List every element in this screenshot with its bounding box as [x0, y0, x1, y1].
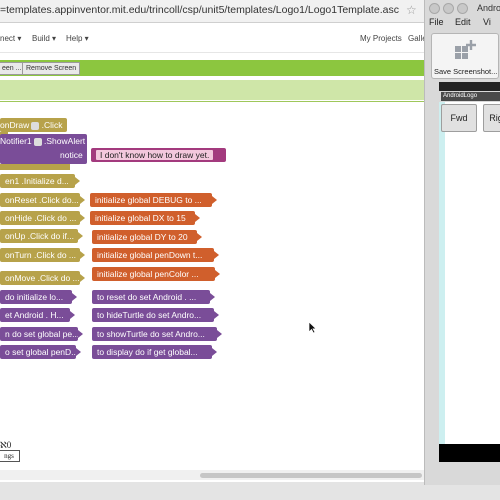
notice-label: notice [60, 150, 83, 160]
event-block-hide[interactable]: onHide .Click do ... [0, 211, 85, 225]
blocks-workspace[interactable]: onDraw .Click Notifier1 .ShowAlert notic… [0, 103, 425, 469]
divider [0, 101, 425, 102]
alert-text[interactable]: I don't know how to draw yet. [96, 150, 214, 160]
procedure-display-block[interactable]: to display do if get global... [92, 345, 217, 359]
address-bar[interactable]: =templates.appinventor.mit.edu/trincoll/… [0, 0, 425, 23]
workspace-header [0, 80, 425, 100]
event-block-turn[interactable]: onTurn .Click do ... [0, 248, 85, 262]
show-alert-block[interactable]: Notifier1 .ShowAlert notice [0, 134, 87, 164]
screenshot-icon [455, 40, 476, 59]
event-block-initialize[interactable]: en1 .Initialize d... [0, 174, 80, 188]
emulator-window: Andro File Edit Vi Save Screenshot... An… [424, 0, 500, 485]
notifier-component: Notifier1 [0, 136, 32, 146]
scrollbar-thumb[interactable] [200, 473, 422, 478]
minimize-window-icon[interactable] [443, 3, 454, 14]
emulator-title: Andro [477, 3, 500, 13]
procedure-block-android[interactable]: et Android . H... [0, 308, 75, 322]
global-dx-block[interactable]: initialize global DX to 15 [90, 211, 200, 225]
cursor-icon [308, 321, 317, 334]
menu-edit[interactable]: Edit [455, 17, 471, 27]
zoom-window-icon[interactable] [457, 3, 468, 14]
menu-my-projects[interactable]: My Projects [360, 34, 402, 43]
menu-connect[interactable]: nect ▾ [0, 34, 21, 43]
procedure-reset-block[interactable]: to reset do set Android . ... [92, 290, 215, 304]
emulator-menu: File Edit Vi [425, 16, 500, 30]
global-dy-block[interactable]: initialize global DY to 20 [92, 230, 202, 244]
phone-nav-bar [439, 444, 500, 462]
procedure-hideturtle-block[interactable]: to hideTurtle do set Andro... [92, 308, 219, 322]
event-block[interactable]: onDraw .Click [0, 118, 68, 132]
global-pendown-block[interactable]: initialize global penDown t... [92, 248, 219, 262]
show-alert-method: .ShowAlert [44, 136, 86, 146]
event-name: .Click [41, 120, 63, 130]
canvas-strip [439, 102, 445, 444]
top-menu: nect ▾ Build ▾ Help ▾ My Projects Galle [0, 24, 427, 53]
event-block-footer [0, 164, 70, 170]
chevron-down-icon[interactable] [33, 137, 42, 146]
procedure-block-pendown[interactable]: o set global penD... [0, 345, 81, 359]
event-block-reset[interactable]: onReset .Click do... [0, 193, 85, 207]
procedure-showturtle-block[interactable]: to showTurtle do set Andro... [92, 327, 222, 341]
event-block-up[interactable]: onUp .Click do if... [0, 229, 83, 243]
save-screenshot-label: Save Screenshot... [434, 67, 498, 76]
designer-toolbar: een ... Remove Screen [0, 60, 425, 76]
show-warnings-button[interactable]: ngs [0, 450, 20, 462]
save-screenshot-button[interactable]: Save Screenshot... [431, 33, 499, 79]
event-block-move[interactable]: onMove .Click do ... [0, 271, 85, 285]
procedure-block-set-pen[interactable]: n do set global pe... [0, 327, 83, 341]
phone-screen [439, 102, 500, 444]
close-window-icon[interactable] [429, 3, 440, 14]
string-block[interactable]: I don't know how to draw yet. [91, 148, 226, 162]
menu-file[interactable]: File [429, 17, 444, 27]
global-debug-block[interactable]: initialize global DEBUG to ... [90, 193, 217, 207]
procedure-block-initialize[interactable]: do initialize lo... [0, 290, 77, 304]
global-pencolor-block[interactable]: initialize global penColor ... [92, 267, 220, 281]
chevron-down-icon[interactable] [31, 121, 40, 130]
menu-help[interactable]: Help ▾ [66, 34, 89, 43]
phone-status-bar [439, 82, 500, 91]
event-component: onDraw [0, 120, 30, 130]
right-button[interactable]: Rig [483, 104, 500, 132]
remove-screen-button[interactable]: Remove Screen [22, 62, 81, 75]
app-title: AndroidLogo [441, 92, 500, 101]
star-icon[interactable]: ☆ [406, 3, 417, 17]
menu-view[interactable]: Vi [483, 17, 491, 27]
fwd-button[interactable]: Fwd [441, 104, 477, 132]
menu-build[interactable]: Build ▾ [32, 34, 56, 43]
url-text: =templates.appinventor.mit.edu/trincoll/… [0, 4, 399, 16]
